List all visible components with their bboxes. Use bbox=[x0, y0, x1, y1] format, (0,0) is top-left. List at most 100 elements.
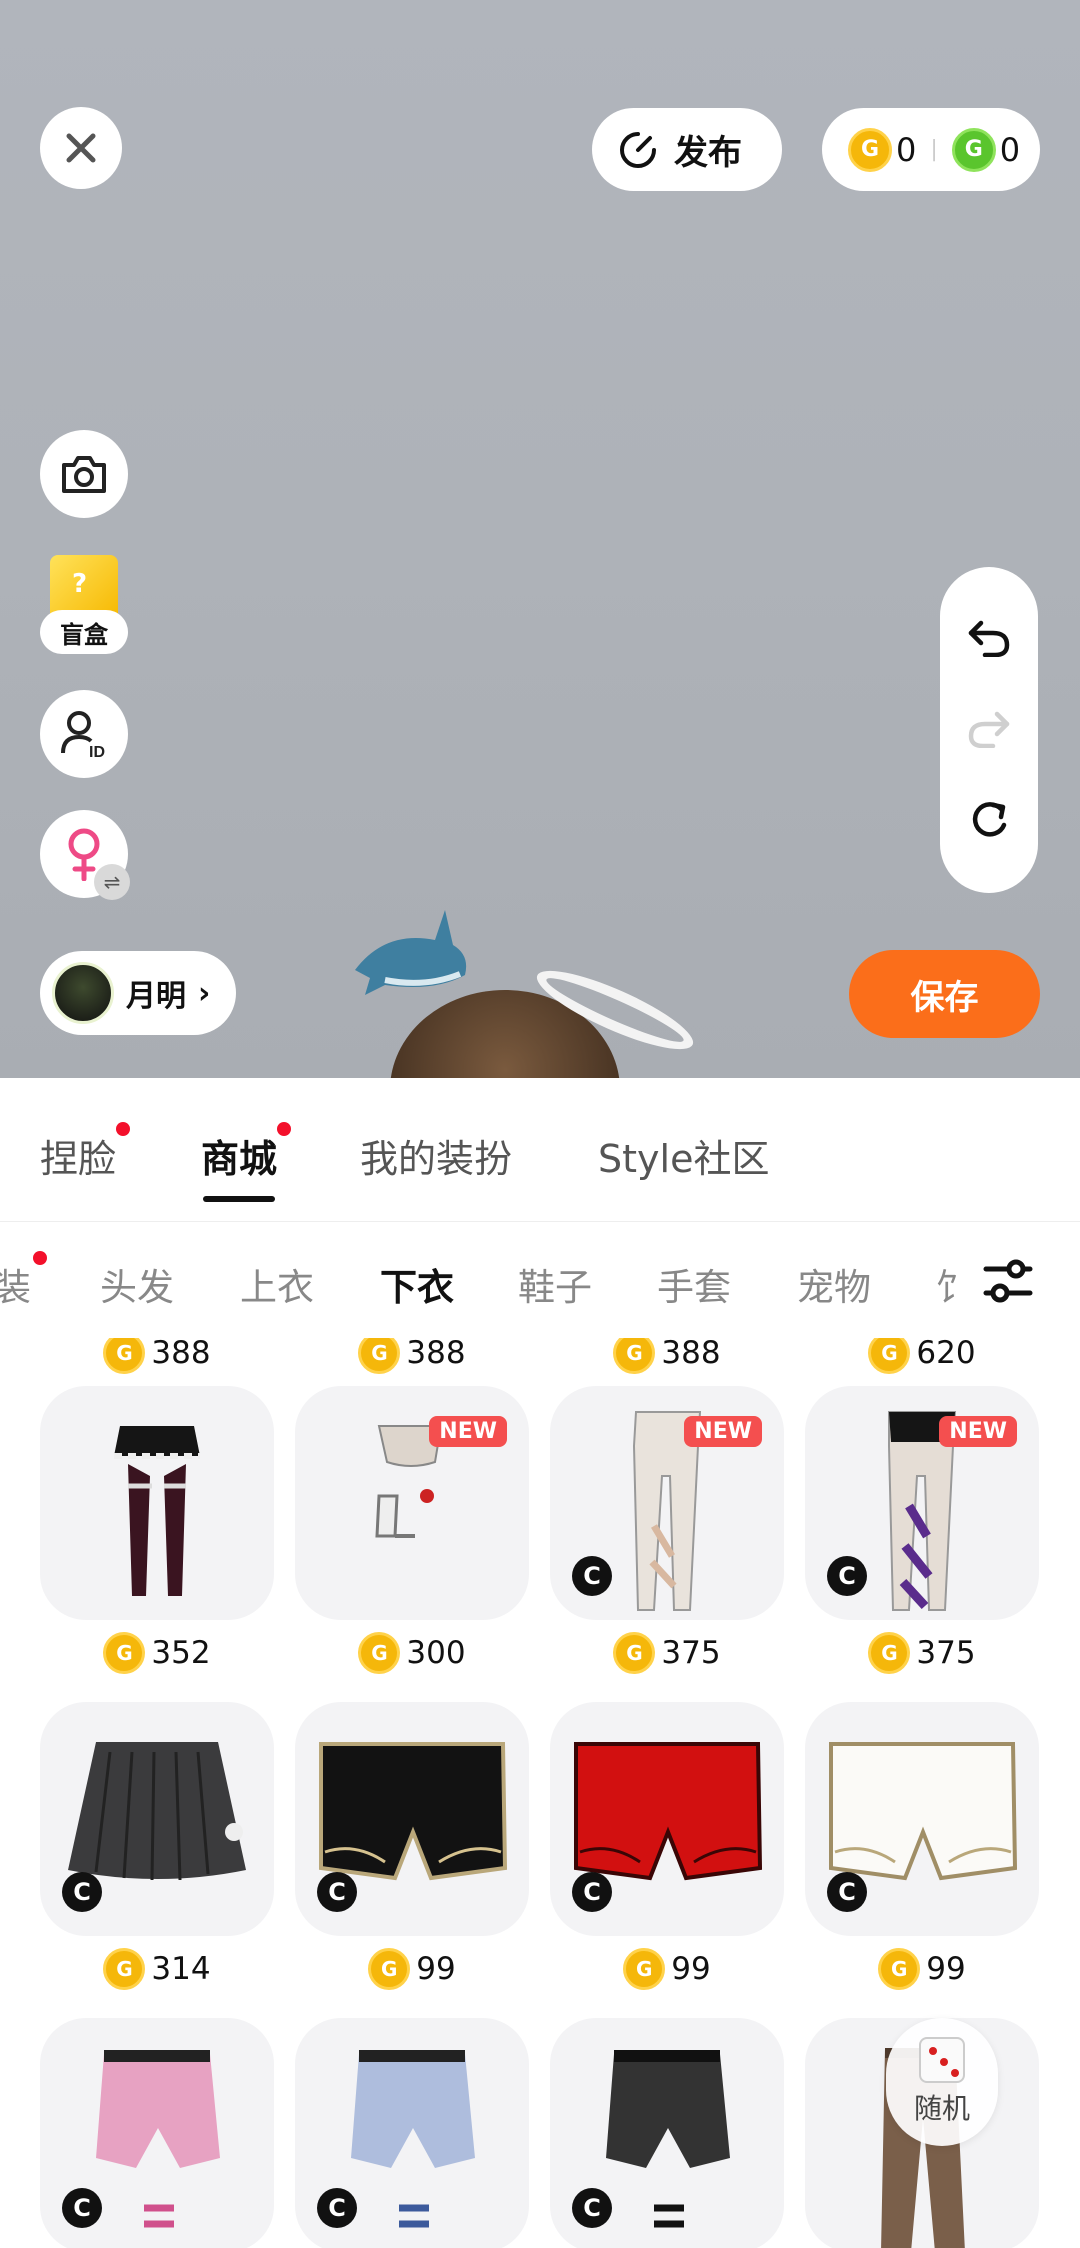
tab-face[interactable]: 捏脸 bbox=[40, 1122, 131, 1183]
swap-icon: ⇌ bbox=[94, 864, 130, 900]
category-tab-gloves[interactable]: 手套 bbox=[657, 1257, 731, 1311]
c-badge-icon: C bbox=[572, 1556, 612, 1596]
shark-accessory bbox=[355, 910, 467, 995]
category-tab-tops[interactable]: 上衣 bbox=[240, 1257, 314, 1311]
product-tile[interactable] bbox=[40, 1386, 274, 1620]
product-image bbox=[114, 1426, 200, 1596]
product-tile[interactable]: C bbox=[40, 2018, 274, 2248]
gold-coin-icon: G bbox=[368, 1948, 411, 1990]
price-value: 620 bbox=[916, 1338, 976, 1371]
green-coin-icon: G bbox=[951, 127, 996, 172]
new-badge: NEW bbox=[684, 1416, 762, 1447]
gold-coin-icon: G bbox=[878, 1948, 921, 1990]
undo-icon[interactable] bbox=[967, 617, 1011, 657]
blind-box-label: 盲盒 bbox=[40, 610, 128, 654]
svg-text:ID: ID bbox=[89, 744, 105, 759]
active-tab-indicator bbox=[203, 1196, 275, 1202]
item-price: G 388 bbox=[295, 1338, 529, 1374]
product-tile[interactable]: C bbox=[40, 1702, 274, 1936]
gold-coin-icon: G bbox=[358, 1632, 401, 1674]
gold-coin-icon: G bbox=[623, 1948, 666, 1990]
product-tile[interactable]: NEW C bbox=[550, 1386, 784, 1620]
redo-icon[interactable] bbox=[967, 708, 1011, 748]
filter-button[interactable] bbox=[978, 1251, 1042, 1311]
tab-style-community[interactable]: Style社区 bbox=[598, 1128, 769, 1183]
random-outfit-button[interactable]: 随机 bbox=[886, 2018, 998, 2146]
price-value: 375 bbox=[661, 1635, 721, 1671]
category-tab-bottoms[interactable]: 下衣 bbox=[380, 1257, 454, 1311]
item-price: G 314 bbox=[40, 1948, 274, 1990]
coin-separator: | bbox=[930, 137, 938, 162]
new-badge: NEW bbox=[939, 1416, 1017, 1447]
c-badge-icon: C bbox=[317, 2188, 357, 2228]
category-tab-label: 装 bbox=[0, 1266, 31, 1309]
category-tab-hair[interactable]: 头发 bbox=[100, 1257, 174, 1311]
main-tab-bar: 捏脸 商城 我的装扮 Style社区 bbox=[0, 1078, 1080, 1222]
c-badge-icon: C bbox=[62, 2188, 102, 2228]
edit-history-controls bbox=[940, 567, 1038, 893]
c-badge-icon: C bbox=[317, 1872, 357, 1912]
price-value: 352 bbox=[151, 1635, 211, 1671]
product-tile[interactable]: C bbox=[295, 2018, 529, 2248]
reset-icon[interactable] bbox=[967, 799, 1011, 843]
currency-balance[interactable]: G 0 | G 0 bbox=[822, 108, 1040, 191]
price-value: 388 bbox=[151, 1338, 211, 1371]
gold-coin-icon: G bbox=[103, 1948, 146, 1990]
avatar-id-button[interactable]: ID bbox=[40, 690, 128, 778]
category-tab-label: 上衣 bbox=[240, 1266, 314, 1309]
item-price: G 620 bbox=[805, 1338, 1039, 1374]
category-tab-label: 鞋子 bbox=[518, 1266, 592, 1309]
product-tile[interactable]: C bbox=[550, 2018, 784, 2248]
tab-my-outfits-label: 我的装扮 bbox=[360, 1137, 513, 1181]
tab-shop[interactable]: 商城 bbox=[201, 1122, 292, 1202]
publish-icon bbox=[620, 131, 656, 168]
price-value: 314 bbox=[151, 1951, 211, 1987]
gold-coin-icon: G bbox=[103, 1338, 146, 1374]
avatar bbox=[52, 962, 114, 1024]
tab-shop-label: 商城 bbox=[201, 1137, 278, 1181]
category-tab-label: 饣 bbox=[935, 1266, 972, 1309]
blind-box-button[interactable]: 盲盒 bbox=[40, 555, 128, 655]
gold-coin-icon: G bbox=[613, 1632, 656, 1674]
gender-switch-button[interactable]: ⇌ bbox=[40, 810, 130, 900]
c-badge-icon: C bbox=[572, 2188, 612, 2228]
save-button[interactable]: 保存 bbox=[849, 950, 1040, 1038]
product-tile[interactable]: C bbox=[550, 1702, 784, 1936]
gold-coin-icon: G bbox=[868, 1338, 911, 1374]
camera-button[interactable] bbox=[40, 430, 128, 518]
category-tab-label: 头发 bbox=[100, 1266, 174, 1309]
category-tab-label: 手套 bbox=[657, 1266, 731, 1309]
gold-coin-balance: 0 bbox=[896, 130, 917, 169]
publish-button[interactable]: 发布 bbox=[592, 108, 782, 191]
c-badge-icon: C bbox=[827, 1556, 867, 1596]
item-price: G 99 bbox=[550, 1948, 784, 1990]
gold-coin-icon: G bbox=[613, 1338, 656, 1374]
new-badge: NEW bbox=[429, 1416, 507, 1447]
category-tab-pets[interactable]: 宠物 bbox=[797, 1257, 871, 1311]
chevron-right-icon: › bbox=[198, 975, 211, 1011]
category-tab-label: 下衣 bbox=[380, 1266, 454, 1309]
notification-dot bbox=[277, 1122, 292, 1136]
category-tab-bar: 装 头发 上衣 下衣 鞋子 手套 宠物 饣 bbox=[0, 1223, 1080, 1338]
category-tab-shoes[interactable]: 鞋子 bbox=[518, 1257, 592, 1311]
product-tile[interactable]: C bbox=[805, 1702, 1039, 1936]
item-price: G 375 bbox=[550, 1632, 784, 1674]
tab-my-outfits[interactable]: 我的装扮 bbox=[360, 1128, 512, 1183]
product-tile[interactable]: NEW bbox=[295, 1386, 529, 1620]
price-value: 300 bbox=[406, 1635, 466, 1671]
gold-coin-icon: G bbox=[848, 127, 892, 172]
price-value: 375 bbox=[916, 1635, 976, 1671]
category-tab-accessories[interactable]: 饣 bbox=[935, 1257, 972, 1311]
gold-coin-icon: G bbox=[358, 1338, 401, 1374]
user-profile-pill[interactable]: 月明 › bbox=[40, 951, 236, 1035]
shop-sheet: 捏脸 商城 我的装扮 Style社区 装 头发 上衣 下衣 鞋子 手套 宠物 饣… bbox=[0, 1078, 1080, 2248]
item-price: G 300 bbox=[295, 1632, 529, 1674]
product-tile[interactable]: C bbox=[295, 1702, 529, 1936]
avatar-stage: 发布 G 0 | G 0 盲盒 ID ⇌ 月明 › bbox=[0, 0, 1080, 1078]
tab-style-community-label: Style社区 bbox=[598, 1137, 770, 1181]
close-button[interactable] bbox=[40, 107, 122, 189]
product-tile[interactable]: NEW C bbox=[805, 1386, 1039, 1620]
category-tab-outfit[interactable]: 装 bbox=[0, 1251, 47, 1311]
item-price: G 388 bbox=[40, 1338, 274, 1374]
category-tab-label: 宠物 bbox=[797, 1266, 871, 1309]
